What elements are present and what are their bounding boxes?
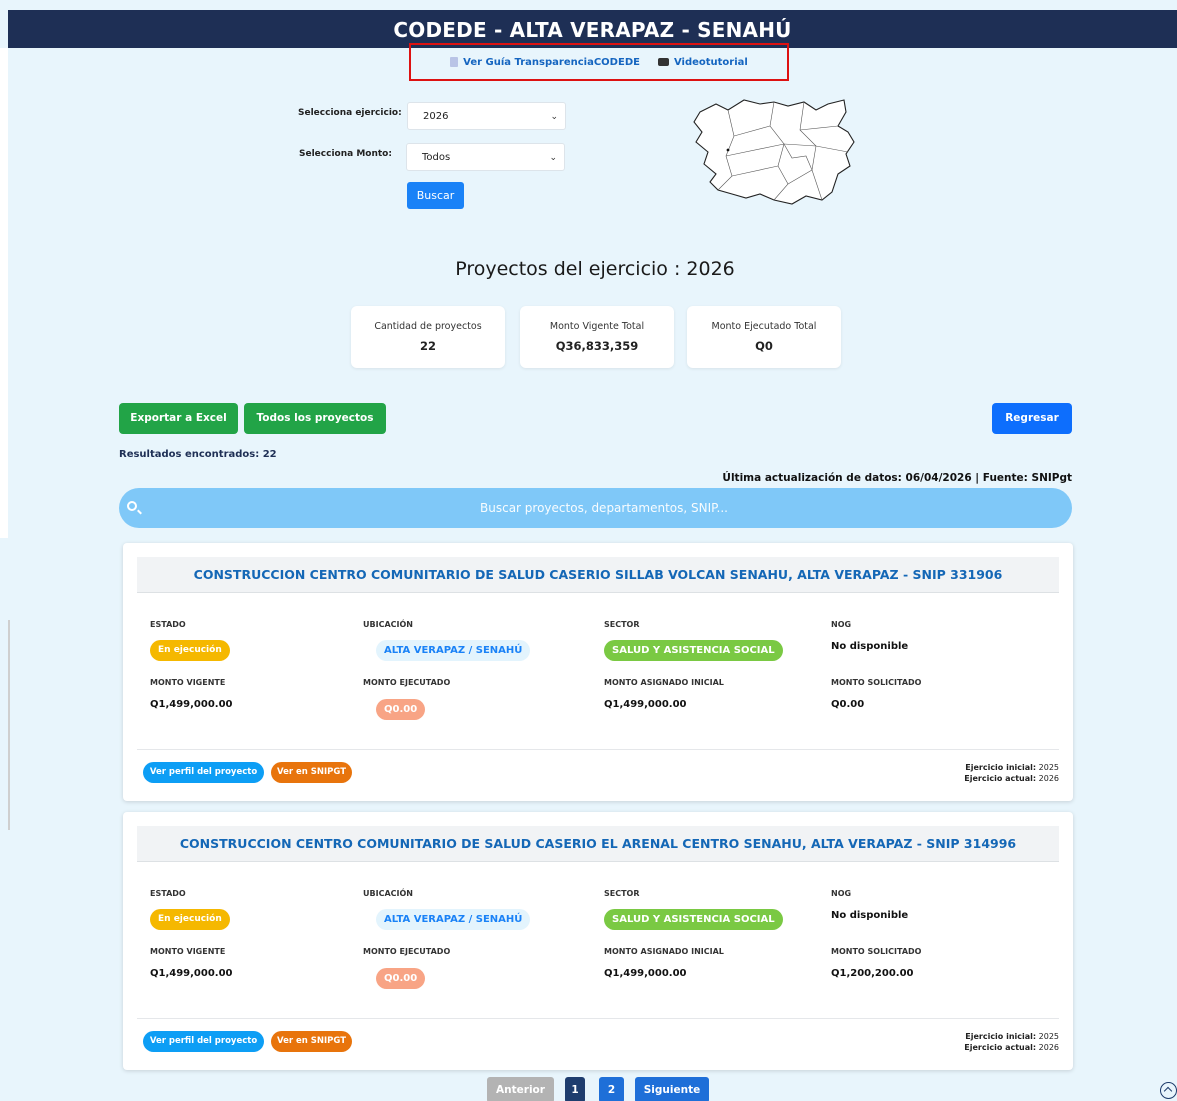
project-card: CONSTRUCCION CENTRO COMUNITARIO DE SALUD… — [123, 812, 1073, 1070]
view-profile-button[interactable]: Ver perfil del proyecto — [143, 762, 264, 783]
chevron-down-icon: ⌄ — [549, 153, 557, 163]
video-camera-icon — [657, 58, 669, 66]
monto-vigente-label: MONTO VIGENTE — [150, 947, 226, 956]
monto-solicitado-value: Q0.00 — [831, 699, 865, 710]
help-links-box: Ver Guía TransparenciaCODEDE Videotutori… — [409, 43, 789, 81]
monto-select-value: Todos — [422, 152, 451, 163]
guide-link[interactable]: Ver Guía TransparenciaCODEDE — [450, 57, 640, 68]
card-divider — [137, 749, 1059, 750]
pagination-page-1[interactable]: 1 — [565, 1077, 585, 1101]
pagination-page-2[interactable]: 2 — [599, 1077, 624, 1101]
ubicacion-badge: ALTA VERAPAZ / SENAHÚ — [376, 909, 531, 930]
monto-ejecutado-badge: Q0.00 — [376, 699, 426, 720]
monto-label: Selecciona Monto: — [299, 149, 392, 159]
ejercicio-label: Selecciona ejercicio: — [298, 108, 402, 118]
ejercicio-actual-label: Ejercicio actual: — [964, 774, 1037, 783]
ejercicio-select[interactable]: 2026 ⌄ — [407, 102, 566, 130]
estado-label: ESTADO — [150, 889, 186, 898]
stat-value: 22 — [419, 339, 436, 353]
stat-label: Cantidad de proyectos — [374, 321, 482, 332]
project-title: CONSTRUCCION CENTRO COMUNITARIO DE SALUD… — [137, 826, 1059, 862]
page-title: CODEDE - ALTA VERAPAZ - SENAHÚ — [393, 18, 792, 42]
guide-link-label: Ver Guía TransparenciaCODEDE — [463, 56, 640, 68]
stat-value: Q36,833,359 — [555, 339, 639, 353]
project-card: CONSTRUCCION CENTRO COMUNITARIO DE SALUD… — [123, 543, 1073, 801]
section-title: Proyectos del ejercicio : 2026 — [455, 258, 735, 280]
monto-vigente-value: Q1,499,000.00 — [150, 699, 233, 710]
ejercicio-info: Ejercicio inicial: 2025 Ejercicio actual… — [964, 762, 1059, 784]
ejercicio-inicial-label: Ejercicio inicial: — [965, 1032, 1037, 1041]
view-snipgt-button[interactable]: Ver en SNIPGT — [271, 762, 352, 783]
estado-label: ESTADO — [150, 620, 186, 629]
pagination-prev[interactable]: Anterior — [487, 1077, 554, 1101]
project-search-input[interactable] — [149, 488, 1059, 528]
stat-label: Monto Ejecutado Total — [711, 321, 817, 332]
nog-value: No disponible — [831, 910, 909, 921]
estado-badge: En ejecución — [150, 909, 230, 930]
stat-card-ejecutado: Monto Ejecutado Total Q0 — [687, 306, 841, 368]
card-divider — [137, 1018, 1059, 1019]
monto-ejecutado-badge: Q0.00 — [376, 968, 426, 989]
ejercicio-select-value: 2026 — [423, 111, 449, 122]
stat-value: Q0 — [755, 339, 773, 353]
pagination-next[interactable]: Siguiente — [635, 1077, 709, 1101]
video-tutorial-link[interactable]: Videotutorial — [657, 56, 748, 68]
monto-asignado-value: Q1,499,000.00 — [604, 968, 687, 979]
project-title: CONSTRUCCION CENTRO COMUNITARIO DE SALUD… — [137, 557, 1059, 593]
project-search-bar — [119, 488, 1072, 528]
ejercicio-info: Ejercicio inicial: 2025 Ejercicio actual… — [964, 1031, 1059, 1053]
nog-value: No disponible — [831, 641, 909, 652]
search-icon — [127, 501, 137, 511]
stat-card-vigente: Monto Vigente Total Q36,833,359 — [520, 306, 674, 368]
estado-badge: En ejecución — [150, 640, 230, 661]
monto-asignado-label: MONTO ASIGNADO INICIAL — [604, 947, 724, 956]
search-button[interactable]: Buscar — [407, 182, 464, 209]
ejercicio-inicial-value: 2025 — [1038, 763, 1059, 772]
ubicacion-label: UBICACIÓN — [363, 889, 413, 898]
stat-card-count: Cantidad de proyectos 22 — [351, 306, 505, 368]
monto-ejecutado-label: MONTO EJECUTADO — [363, 947, 451, 956]
monto-ejecutado-label: MONTO EJECUTADO — [363, 678, 451, 687]
left-edge — [0, 48, 8, 538]
ubicacion-badge: ALTA VERAPAZ / SENAHÚ — [376, 640, 531, 661]
monto-solicitado-label: MONTO SOLICITADO — [831, 678, 922, 687]
video-link-label: Videotutorial — [673, 56, 748, 68]
view-snipgt-button[interactable]: Ver en SNIPGT — [271, 1031, 352, 1052]
results-count: Resultados encontrados: 22 — [119, 449, 277, 460]
sector-label: SECTOR — [604, 620, 640, 629]
monto-vigente-label: MONTO VIGENTE — [150, 678, 226, 687]
ejercicio-actual-value: 2026 — [1038, 1043, 1059, 1052]
export-excel-button[interactable]: Exportar a Excel — [119, 403, 238, 434]
view-profile-button[interactable]: Ver perfil del proyecto — [143, 1031, 264, 1052]
monto-asignado-value: Q1,499,000.00 — [604, 699, 687, 710]
monto-solicitado-label: MONTO SOLICITADO — [831, 947, 922, 956]
sector-badge: SALUD Y ASISTENCIA SOCIAL — [604, 640, 783, 661]
all-projects-button[interactable]: Todos los proyectos — [244, 403, 386, 434]
monto-select[interactable]: Todos ⌄ — [406, 143, 565, 171]
chevron-down-icon: ⌄ — [550, 112, 558, 122]
update-info: Última actualización de datos: 06/04/202… — [722, 472, 1072, 484]
nog-label: NOG — [831, 620, 852, 629]
monto-asignado-label: MONTO ASIGNADO INICIAL — [604, 678, 724, 687]
ubicacion-label: UBICACIÓN — [363, 620, 413, 629]
ejercicio-inicial-value: 2025 — [1038, 1032, 1059, 1041]
municipality-map — [693, 99, 855, 205]
scroll-to-top-icon[interactable] — [1160, 1082, 1177, 1099]
monto-solicitado-value: Q1,200,200.00 — [831, 968, 914, 979]
sector-label: SECTOR — [604, 889, 640, 898]
back-button[interactable]: Regresar — [992, 403, 1072, 434]
nog-label: NOG — [831, 889, 852, 898]
left-edge-mark — [8, 620, 10, 830]
monto-vigente-value: Q1,499,000.00 — [150, 968, 233, 979]
ejercicio-inicial-label: Ejercicio inicial: — [965, 763, 1037, 772]
sector-badge: SALUD Y ASISTENCIA SOCIAL — [604, 909, 783, 930]
ejercicio-actual-value: 2026 — [1038, 774, 1059, 783]
document-icon — [450, 57, 459, 67]
ejercicio-actual-label: Ejercicio actual: — [964, 1043, 1037, 1052]
stat-label: Monto Vigente Total — [549, 321, 645, 332]
